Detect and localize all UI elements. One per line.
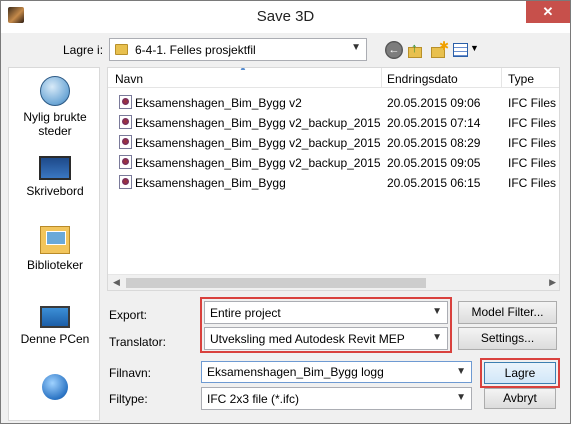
this-pc-icon: [40, 306, 70, 328]
places-bar: Nylig brukte steder Skrivebord Bibliotek…: [8, 67, 100, 421]
libraries-icon: [40, 226, 70, 254]
up-folder-icon[interactable]: ↑: [407, 40, 425, 59]
place-this-pc-label: Denne PCen: [20, 332, 90, 346]
translator-label: Translator:: [109, 335, 166, 349]
save-in-dropdown[interactable]: 6-4-1. Felles prosjektfil ▼: [109, 38, 367, 61]
view-menu-icon[interactable]: ▼: [453, 41, 479, 59]
file-name: Eksamenshagen_Bim_Bygg v2_backup_2015...: [135, 116, 381, 130]
file-date: 20.05.2015 06:15: [387, 176, 481, 190]
recent-places-icon: [40, 76, 70, 106]
place-this-pc[interactable]: Denne PCen: [9, 306, 101, 346]
ifc-file-icon: [119, 155, 132, 169]
place-libraries[interactable]: Biblioteker: [9, 226, 101, 272]
place-desktop[interactable]: Skrivebord: [9, 156, 101, 198]
column-date[interactable]: Endringsdato: [387, 72, 458, 86]
file-name: Eksamenshagen_Bim_Bygg: [135, 176, 286, 190]
network-icon: [42, 374, 68, 400]
ifc-file-icon: [119, 135, 132, 149]
file-type: IFC Files: [508, 156, 556, 170]
settings-button[interactable]: Settings...: [458, 327, 557, 350]
file-date: 20.05.2015 09:05: [387, 156, 481, 170]
ifc-file-icon: [119, 175, 132, 189]
save-in-label: Lagre i:: [63, 43, 104, 57]
translator-dropdown[interactable]: Utveksling med Autodesk Revit MEP ▼: [204, 327, 448, 350]
save-in-folder: 6-4-1. Felles prosjektfil: [135, 43, 256, 57]
save-dialog: Save 3D ✕ Lagre i: 6-4-1. Felles prosjek…: [0, 0, 571, 424]
chevron-down-icon[interactable]: ▼: [456, 392, 466, 403]
file-type: IFC Files: [508, 176, 556, 190]
scroll-right-icon[interactable]: ▶: [549, 277, 556, 288]
export-label: Export:: [109, 308, 148, 322]
place-network[interactable]: [9, 374, 101, 400]
export-dropdown[interactable]: Entire project ▼: [204, 301, 448, 324]
model-filter-button[interactable]: Model Filter...: [458, 301, 557, 324]
desktop-icon: [39, 156, 71, 180]
ifc-file-icon: [119, 115, 132, 129]
filetype-dropdown[interactable]: IFC 2x3 file (*.ifc) ▼: [201, 387, 472, 410]
file-name: Eksamenshagen_Bim_Bygg v2: [135, 96, 302, 110]
place-recent[interactable]: Nylig brukte steder: [9, 76, 101, 138]
file-type: IFC Files: [508, 116, 556, 130]
ifc-file-icon: [119, 95, 132, 109]
place-desktop-label: Skrivebord: [26, 184, 84, 198]
close-button[interactable]: ✕: [526, 1, 570, 23]
chevron-down-icon[interactable]: ▼: [432, 332, 442, 343]
file-type: IFC Files: [508, 96, 556, 110]
file-date: 20.05.2015 08:29: [387, 136, 481, 150]
folder-icon: [115, 44, 128, 55]
filetype-value: IFC 2x3 file (*.ifc): [207, 392, 300, 406]
export-value: Entire project: [210, 306, 281, 320]
chevron-down-icon[interactable]: ▼: [456, 366, 466, 377]
filename-label: Filnavn:: [109, 366, 152, 380]
save-button[interactable]: Lagre: [484, 362, 556, 384]
file-name: Eksamenshagen_Bim_Bygg v2_backup_2015...: [135, 156, 381, 170]
horizontal-scrollbar[interactable]: ◀ ▶: [108, 274, 559, 290]
file-row[interactable]: Eksamenshagen_Bim_Bygg v2 20.05.2015 09:…: [108, 92, 559, 112]
file-row[interactable]: Eksamenshagen_Bim_Bygg v2_backup_2015...…: [108, 132, 559, 152]
translator-value: Utveksling med Autodesk Revit MEP: [210, 332, 405, 346]
column-type[interactable]: Type: [508, 72, 534, 86]
chevron-down-icon[interactable]: ▼: [432, 306, 442, 317]
column-name[interactable]: Navn: [115, 72, 143, 86]
file-type: IFC Files: [508, 136, 556, 150]
filetype-label: Filtype:: [109, 392, 148, 406]
window-title: Save 3D: [256, 8, 315, 25]
file-date: 20.05.2015 09:06: [387, 96, 481, 110]
file-row[interactable]: Eksamenshagen_Bim_Bygg v2_backup_2015...…: [108, 112, 559, 132]
file-list-header: ▲ Navn Endringsdato Type: [108, 67, 559, 88]
file-date: 20.05.2015 07:14: [387, 116, 481, 130]
filename-field[interactable]: ▼: [201, 361, 472, 383]
place-libraries-label: Biblioteker: [26, 258, 84, 272]
back-icon[interactable]: ←: [385, 41, 403, 59]
column-divider[interactable]: [381, 68, 382, 88]
sort-ascending-icon: ▲: [239, 67, 247, 72]
file-list: ▲ Navn Endringsdato Type Eksamenshagen_B…: [107, 67, 560, 291]
file-row[interactable]: Eksamenshagen_Bim_Bygg 20.05.2015 06:15 …: [108, 172, 559, 192]
file-row[interactable]: Eksamenshagen_Bim_Bygg v2_backup_2015...…: [108, 152, 559, 172]
title-bar: Save 3D ✕: [1, 1, 570, 33]
cancel-button[interactable]: Avbryt: [484, 388, 556, 409]
scrollbar-thumb[interactable]: [126, 278, 426, 288]
column-divider[interactable]: [501, 68, 502, 88]
place-recent-label: Nylig brukte steder: [23, 110, 87, 138]
filename-input[interactable]: [202, 362, 452, 382]
new-folder-icon[interactable]: ✱: [429, 39, 449, 59]
file-name: Eksamenshagen_Bim_Bygg v2_backup_2015...: [135, 136, 381, 150]
scroll-left-icon[interactable]: ◀: [113, 277, 120, 288]
chevron-down-icon[interactable]: ▼: [351, 42, 361, 53]
